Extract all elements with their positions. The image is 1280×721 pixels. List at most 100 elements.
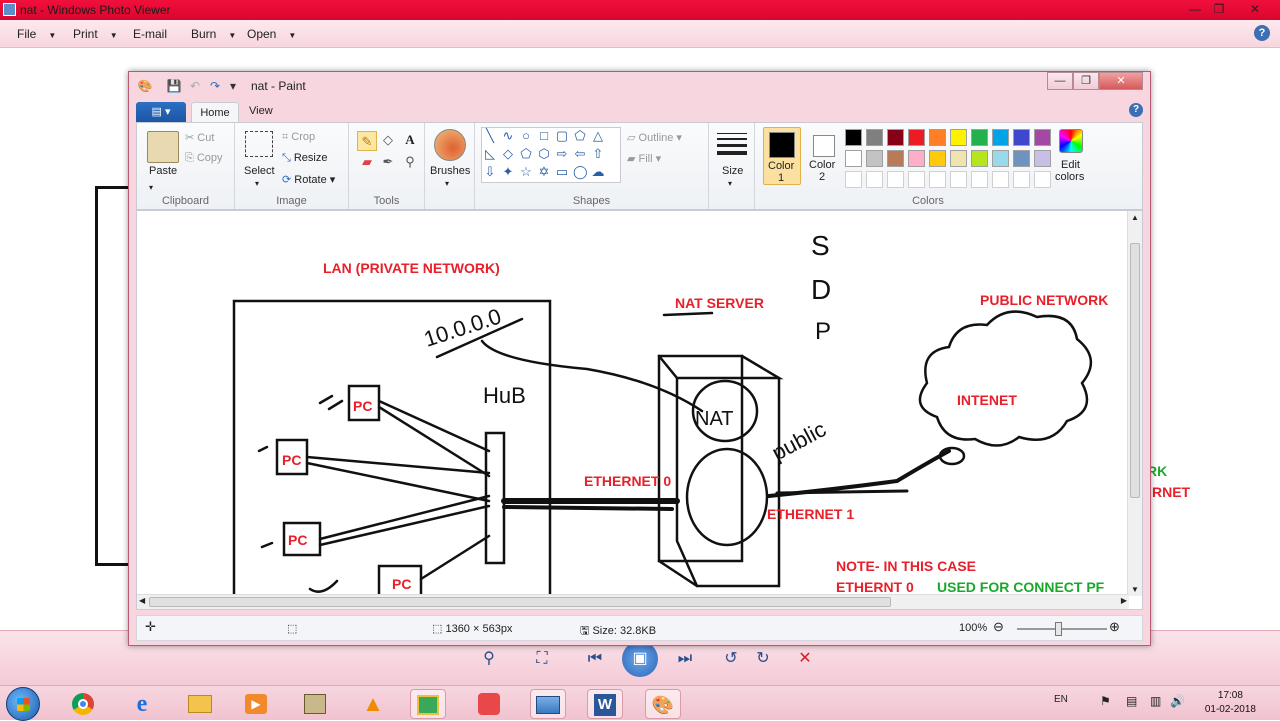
left-arrow-shape-icon[interactable]: ⇦ xyxy=(573,147,587,161)
vertical-scrollbar[interactable]: ▲ ▼ xyxy=(1127,211,1142,596)
zoom-slider[interactable] xyxy=(1017,622,1107,636)
paint-help-icon[interactable]: ? xyxy=(1129,103,1143,117)
quick-access-dropdown-icon[interactable]: ▾ xyxy=(225,78,241,94)
word-icon[interactable]: W xyxy=(587,689,623,719)
zoom-out-icon[interactable]: ⊖ xyxy=(993,619,1004,635)
select-icon[interactable] xyxy=(245,131,273,157)
redo-icon[interactable]: ↷ xyxy=(207,78,223,94)
media-player-icon[interactable]: ▶ xyxy=(238,689,274,719)
previous-icon[interactable]: ⏮ xyxy=(582,646,608,672)
palette-swatch[interactable] xyxy=(929,150,946,167)
up-arrow-shape-icon[interactable]: ⇧ xyxy=(591,147,605,161)
horizontal-scrollbar[interactable]: ◀ ▶ xyxy=(137,594,1129,609)
select-dropdown-icon[interactable]: ▾ xyxy=(255,179,259,188)
callout-shape-icon[interactable]: ▭ xyxy=(555,165,569,179)
file-menu-button[interactable]: ▤ ▾ xyxy=(136,102,186,122)
copy-button[interactable]: ⎘ Copy xyxy=(185,152,223,165)
palette-swatch[interactable] xyxy=(887,150,904,167)
palette-custom-slot[interactable] xyxy=(929,171,946,188)
magnifier-icon[interactable]: ⚲ xyxy=(403,155,417,169)
text-tool-icon[interactable]: A xyxy=(403,133,417,147)
flag-icon[interactable]: ⚑ xyxy=(1100,694,1111,708)
help-icon[interactable]: ? xyxy=(1254,25,1270,41)
palette-swatch[interactable] xyxy=(908,129,925,146)
size-button[interactable]: Size xyxy=(722,165,743,177)
undo-icon[interactable]: ↶ xyxy=(187,78,203,94)
menu-file[interactable]: File ▼ xyxy=(17,27,56,41)
color2-button[interactable]: Color 2 xyxy=(805,127,843,185)
vertical-scroll-thumb[interactable] xyxy=(1130,243,1140,498)
scroll-right-icon[interactable]: ▶ xyxy=(1121,596,1127,605)
palette-custom-slot[interactable] xyxy=(908,171,925,188)
tab-home[interactable]: Home xyxy=(191,102,239,123)
eraser-icon[interactable]: ▰ xyxy=(360,155,374,169)
oval-callout-shape-icon[interactable]: ◯ xyxy=(573,165,588,179)
right-arrow-shape-icon[interactable]: ⇨ xyxy=(555,147,569,161)
palette-swatch[interactable] xyxy=(908,150,925,167)
pentagon-shape-icon[interactable]: ⬠ xyxy=(519,147,533,161)
palette-custom-slot[interactable] xyxy=(866,171,883,188)
triangle-shape-icon[interactable]: △ xyxy=(591,129,605,143)
down-arrow-shape-icon[interactable]: ⇩ xyxy=(483,165,497,179)
zoom-in-icon[interactable]: ⊕ xyxy=(1109,619,1120,635)
palette-custom-slot[interactable] xyxy=(845,171,862,188)
tray-device-icon[interactable]: ▤ xyxy=(1126,694,1137,708)
palette-swatch[interactable] xyxy=(866,129,883,146)
brushes-dropdown-icon[interactable]: ▾ xyxy=(445,179,449,188)
vlc-icon[interactable]: ▲ xyxy=(355,689,391,719)
palette-custom-slot[interactable] xyxy=(971,171,988,188)
paint-minimize-button[interactable]: — xyxy=(1047,72,1073,90)
four-point-star-shape-icon[interactable]: ✦ xyxy=(501,165,515,179)
scroll-up-icon[interactable]: ▲ xyxy=(1131,213,1139,222)
menu-print[interactable]: Print ▼ xyxy=(73,27,118,41)
fill-bucket-icon[interactable]: ◇ xyxy=(381,133,395,147)
five-point-star-shape-icon[interactable]: ☆ xyxy=(519,165,533,179)
app-icon-5[interactable] xyxy=(297,689,333,719)
cut-button[interactable]: ✂ Cut xyxy=(185,131,214,144)
size-icon[interactable] xyxy=(717,133,747,155)
palette-swatch[interactable] xyxy=(1013,150,1030,167)
horizontal-scroll-thumb[interactable] xyxy=(149,597,891,607)
paste-dropdown-icon[interactable]: ▾ xyxy=(149,183,153,192)
paste-icon[interactable] xyxy=(147,131,179,163)
edit-colors-button[interactable]: Edit colors xyxy=(1049,127,1093,185)
palette-swatch[interactable] xyxy=(866,150,883,167)
language-indicator[interactable]: EN xyxy=(1054,694,1068,705)
palette-swatch[interactable] xyxy=(929,129,946,146)
zoom-slider-thumb[interactable] xyxy=(1055,622,1062,636)
palette-swatch[interactable] xyxy=(887,129,904,146)
color1-button[interactable]: Color 1 xyxy=(763,127,801,185)
rectangle-shape-icon[interactable]: □ xyxy=(537,129,551,143)
paint-close-button[interactable]: ✕ xyxy=(1099,72,1143,90)
close-button[interactable]: ✕ xyxy=(1244,1,1266,17)
start-button[interactable] xyxy=(6,687,40,721)
cloud-callout-shape-icon[interactable]: ☁ xyxy=(591,165,605,179)
paste-button[interactable]: Paste xyxy=(149,165,177,177)
outline-button[interactable]: ▱ Outline ▾ xyxy=(627,131,682,144)
chrome-icon[interactable] xyxy=(65,689,101,719)
tab-view[interactable]: View xyxy=(249,105,273,117)
palette-swatch[interactable] xyxy=(971,150,988,167)
app-icon-8[interactable] xyxy=(471,689,507,719)
palette-custom-slot[interactable] xyxy=(1013,171,1030,188)
menu-open[interactable]: Open ▼ xyxy=(247,27,296,41)
brush-icon[interactable] xyxy=(434,129,466,161)
palette-custom-slot[interactable] xyxy=(992,171,1009,188)
select-button[interactable]: Select xyxy=(244,165,275,177)
palette-swatch[interactable] xyxy=(845,150,862,167)
hexagon-shape-icon[interactable]: ⬡ xyxy=(537,147,551,161)
palette-swatch[interactable] xyxy=(992,129,1009,146)
crop-button[interactable]: ⌗ Crop xyxy=(282,131,315,144)
pencil-icon[interactable]: ✎ xyxy=(357,131,377,151)
rounded-rectangle-shape-icon[interactable]: ▢ xyxy=(555,129,569,143)
line-shape-icon[interactable]: ╲ xyxy=(483,129,497,143)
zoom-icon[interactable]: ⚲ xyxy=(476,646,502,672)
palette-swatch[interactable] xyxy=(971,129,988,146)
palette-custom-slot[interactable] xyxy=(887,171,904,188)
oval-shape-icon[interactable]: ○ xyxy=(519,129,533,143)
save-icon[interactable]: 💾 xyxy=(166,78,182,94)
paint-maximize-button[interactable]: ❐ xyxy=(1073,72,1099,90)
scroll-down-icon[interactable]: ▼ xyxy=(1131,585,1139,594)
delete-icon[interactable]: ✕ xyxy=(792,646,818,672)
internet-explorer-icon[interactable]: e xyxy=(124,689,160,719)
